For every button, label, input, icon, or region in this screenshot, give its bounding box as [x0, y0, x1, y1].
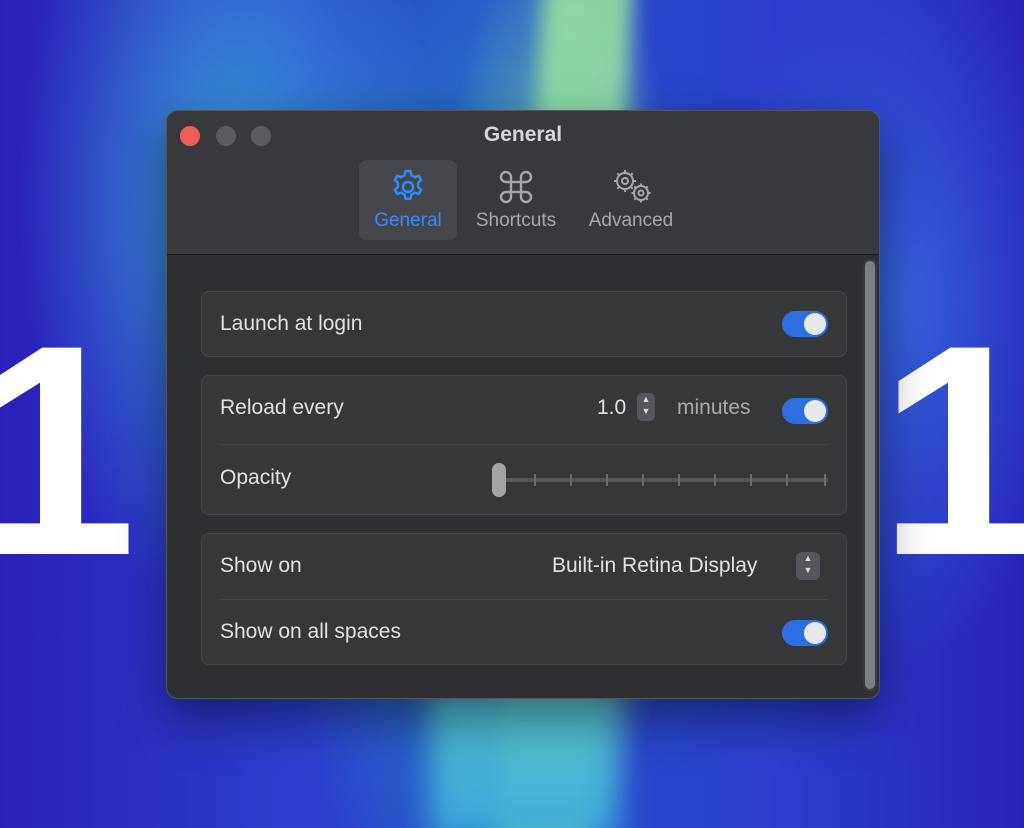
scrollbar-thumb[interactable]: [865, 261, 875, 689]
show-on-select[interactable]: Built-in Retina Display: [552, 554, 757, 578]
reload-every-row: Reload every 1.0 ▲ ▼ minutes: [202, 376, 846, 444]
slider-tick: [714, 474, 716, 486]
launch-at-login-card: Launch at login: [201, 291, 847, 357]
show-on-popup-button[interactable]: ▲ ▼: [796, 552, 820, 580]
settings-window: General General Shortcuts Advanced Launc…: [166, 110, 880, 699]
window-toolbar: General General Shortcuts Advanced: [167, 111, 879, 255]
slider-tick: [606, 474, 608, 486]
chevron-up-icon: ▲: [803, 553, 813, 563]
tab-advanced-label: Advanced: [588, 210, 674, 231]
stepper-up-icon[interactable]: ▲: [637, 393, 655, 405]
toggle-knob: [804, 622, 826, 644]
slider-tick: [534, 474, 536, 486]
slider-tick: [824, 474, 826, 486]
opacity-label: Opacity: [220, 466, 292, 489]
gear-icon: [359, 167, 457, 207]
show-on-row: Show on Built-in Retina Display ▲ ▼: [202, 534, 846, 599]
tab-shortcuts-label: Shortcuts: [475, 210, 557, 231]
stepper-down-icon[interactable]: ▼: [637, 405, 655, 417]
toggle-knob: [804, 400, 826, 422]
tab-advanced[interactable]: Advanced: [579, 160, 683, 240]
reload-opacity-card: Reload every 1.0 ▲ ▼ minutes Opacity: [201, 375, 847, 515]
command-icon: [467, 167, 565, 207]
opacity-slider[interactable]: [498, 474, 828, 486]
slider-tick: [642, 474, 644, 486]
reload-every-label: Reload every: [220, 396, 344, 419]
show-on-label: Show on: [220, 554, 302, 577]
launch-at-login-label: Launch at login: [220, 312, 363, 335]
slider-tick: [786, 474, 788, 486]
show-on-all-spaces-label: Show on all spaces: [220, 620, 401, 643]
display-card: Show on Built-in Retina Display ▲ ▼ Show…: [201, 533, 847, 665]
window-title: General: [483, 123, 563, 146]
reload-every-toggle[interactable]: [782, 398, 828, 424]
tab-shortcuts[interactable]: Shortcuts: [467, 160, 565, 240]
reload-unit-label: minutes: [677, 396, 751, 419]
opacity-row: Opacity: [202, 445, 846, 514]
reload-interval-stepper[interactable]: ▲ ▼: [637, 393, 655, 421]
vertical-scrollbar[interactable]: [863, 259, 877, 691]
launch-at-login-toggle[interactable]: [782, 311, 828, 337]
launch-at-login-row: Launch at login: [202, 292, 846, 356]
wallpaper-digit-left: 1: [0, 282, 137, 618]
toggle-knob: [804, 313, 826, 335]
slider-tick: [750, 474, 752, 486]
reload-interval-field[interactable]: 1.0: [597, 396, 626, 420]
show-on-all-spaces-toggle[interactable]: [782, 620, 828, 646]
opacity-slider-knob[interactable]: [492, 463, 506, 497]
tab-general-label: General: [374, 210, 442, 231]
wallpaper-digit-right: 1: [878, 282, 1024, 618]
slider-tick: [570, 474, 572, 486]
slider-tick: [678, 474, 680, 486]
show-on-all-spaces-row: Show on all spaces: [202, 600, 846, 664]
gears-icon: [579, 167, 683, 207]
chevron-down-icon: ▼: [803, 565, 813, 575]
tab-general[interactable]: General: [359, 160, 457, 240]
